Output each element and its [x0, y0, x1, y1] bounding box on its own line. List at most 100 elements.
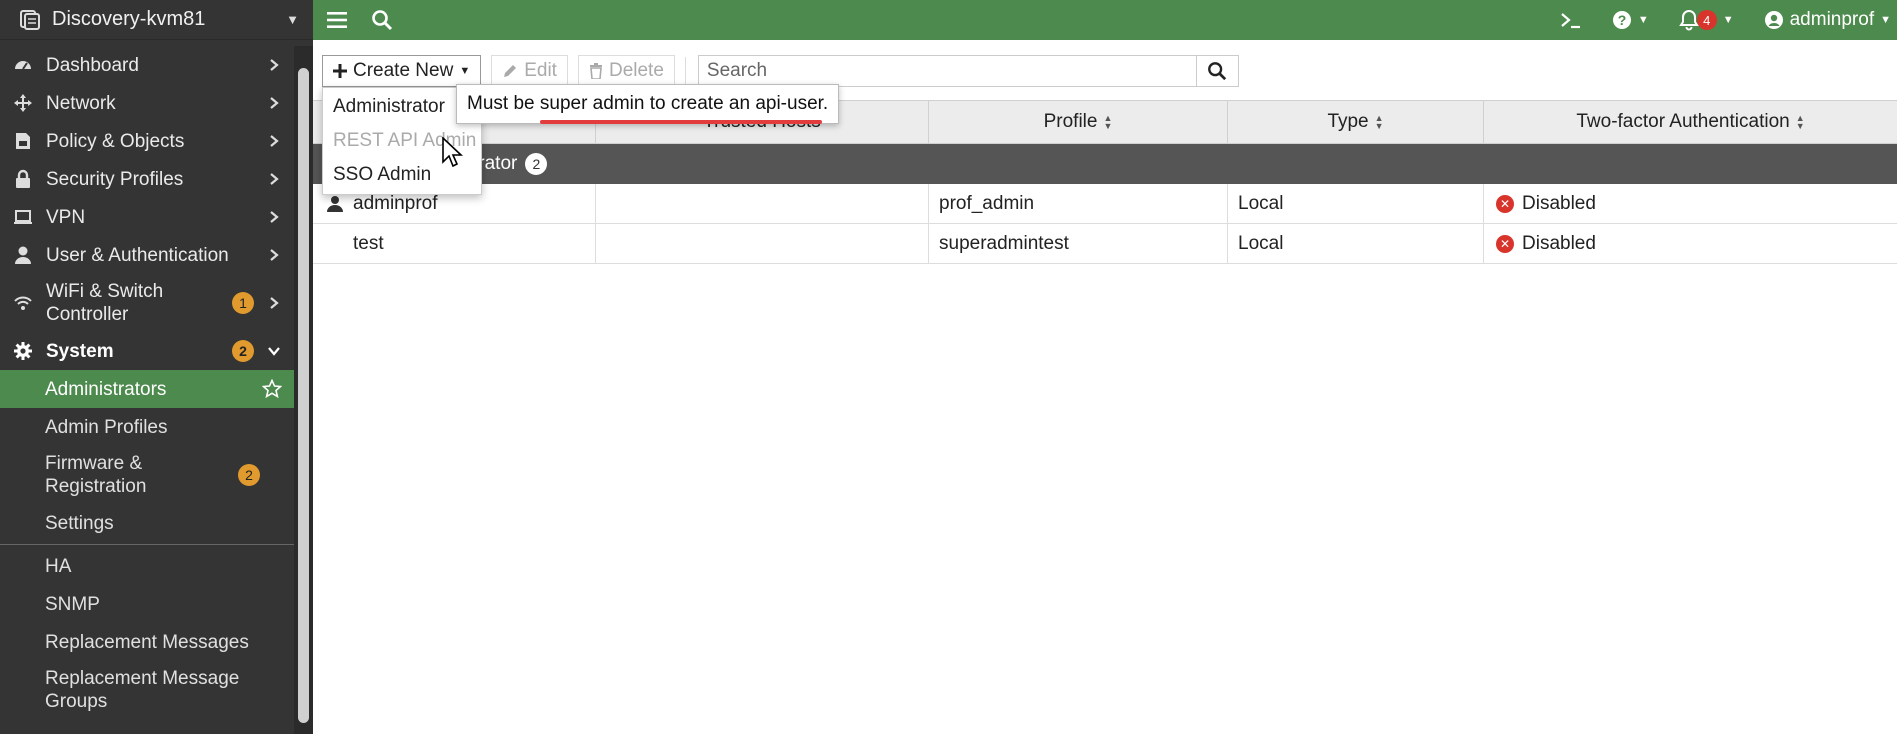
- sort-icon: ▲ ▼: [1103, 113, 1113, 131]
- top-bar: ? ▼ 4 ▼ adminprof ▼: [313, 0, 1897, 40]
- disabled-x-icon: ✕: [1496, 234, 1514, 253]
- cell-profile: superadmintest: [929, 224, 1228, 263]
- sidebar-item-security-profiles[interactable]: Security Profiles: [0, 160, 294, 198]
- column-header-label: Profile: [1043, 111, 1098, 132]
- mouse-cursor-icon: [442, 137, 464, 168]
- chevron-right-icon: [270, 59, 279, 71]
- divider: [684, 57, 686, 85]
- star-icon[interactable]: [262, 379, 282, 399]
- terminal-icon: [1561, 13, 1580, 29]
- cli-console-button[interactable]: [1560, 10, 1582, 30]
- cell-type: Local: [1228, 224, 1484, 263]
- sidebar-item-replacement-message-groups[interactable]: Replacement Message Groups: [0, 661, 294, 719]
- notifications-button[interactable]: 4 ▼: [1678, 9, 1734, 31]
- chevron-down-icon: ▼: [459, 65, 471, 77]
- lock-icon: [12, 168, 34, 190]
- user-icon: [12, 244, 34, 266]
- bell-icon: [1678, 9, 1699, 31]
- sidebar-item-system[interactable]: System 2: [0, 332, 294, 370]
- delete-button[interactable]: Delete: [577, 55, 675, 87]
- sidebar-item-label: Policy & Objects: [46, 130, 185, 152]
- sidebar-item-firmware-registration[interactable]: Firmware & Registration 2: [0, 446, 294, 504]
- cell-trusted-hosts: [596, 224, 929, 263]
- sidebar: Discovery-kvm81 ▼ Dashboard Network Poli…: [0, 0, 313, 734]
- dashboard-icon: [12, 54, 34, 76]
- create-new-button[interactable]: Create New ▼: [322, 55, 482, 87]
- sidebar-item-ha[interactable]: HA: [0, 547, 294, 585]
- edit-button[interactable]: Edit: [491, 55, 568, 87]
- search-icon[interactable]: [371, 9, 393, 31]
- sidebar-item-wifi-switch[interactable]: WiFi & Switch Controller 1: [0, 274, 294, 332]
- group-count-badge: 2: [525, 153, 548, 175]
- divider: [0, 544, 294, 545]
- username: adminprof: [1789, 9, 1875, 30]
- trash-icon: [589, 63, 602, 79]
- help-button[interactable]: ? ▼: [1612, 10, 1649, 30]
- pencil-icon: [504, 65, 517, 77]
- tooltip-emphasis: super admin to create an api-user.: [539, 93, 829, 114]
- sidebar-item-replacement-messages[interactable]: Replacement Messages: [0, 623, 294, 661]
- alert-badge: 1: [232, 292, 254, 314]
- sidebar-item-label: Dashboard: [46, 54, 139, 76]
- sidebar-item-label: Replacement Message Groups: [45, 668, 240, 712]
- toolbar: Create New ▼ Edit Delete: [322, 55, 1239, 87]
- scrollbar-thumb[interactable]: [298, 68, 309, 723]
- column-header-type[interactable]: Type ▲ ▼: [1228, 101, 1484, 143]
- column-header-label: Two-factor Authentication: [1576, 111, 1790, 132]
- sort-icon: ▲ ▼: [1795, 113, 1805, 131]
- cell-two-factor: ✕ Disabled: [1484, 224, 1897, 263]
- column-header-two-factor[interactable]: Two-factor Authentication ▲ ▼: [1484, 101, 1897, 143]
- hostname: Discovery-kvm81: [52, 8, 206, 30]
- gear-icon: [12, 340, 34, 362]
- sidebar-item-label: WiFi & Switch Controller: [46, 281, 164, 325]
- sidebar-item-vpn[interactable]: VPN: [0, 198, 294, 236]
- chevron-right-icon: [270, 97, 279, 109]
- administrators-table: Trusted Hosts Profile ▲▼ Type ▲▼ Two-fac…: [313, 100, 1897, 264]
- table-row[interactable]: test superadmintest Local ✕ Disabled: [313, 224, 1897, 264]
- search-button[interactable]: [1196, 55, 1239, 87]
- sidebar-item-dashboard[interactable]: Dashboard: [0, 46, 294, 84]
- cell-name: test: [313, 224, 596, 263]
- svg-text:?: ?: [1618, 12, 1627, 28]
- highlight-underline: [540, 120, 822, 124]
- hamburger-menu-icon[interactable]: [327, 10, 349, 30]
- help-icon: ?: [1612, 11, 1631, 29]
- sidebar-item-administrators[interactable]: Administrators: [0, 370, 294, 408]
- sidebar-item-admin-profiles[interactable]: Admin Profiles: [0, 408, 294, 446]
- device-icon: [20, 9, 40, 30]
- chevron-right-icon: [270, 173, 279, 185]
- cell-two-factor: ✕ Disabled: [1484, 184, 1897, 223]
- sidebar-item-label: SNMP: [45, 593, 100, 615]
- sidebar-item-policy-objects[interactable]: Policy & Objects: [0, 122, 294, 160]
- table-row[interactable]: adminprof prof_admin Local ✕ Disabled: [313, 184, 1897, 224]
- alert-badge: 2: [232, 340, 254, 362]
- sidebar-item-network[interactable]: Network: [0, 84, 294, 122]
- chevron-down-icon: ▼: [1722, 14, 1734, 26]
- device-selector[interactable]: Discovery-kvm81 ▼: [0, 0, 313, 40]
- sidebar-scrollbar[interactable]: [294, 46, 313, 734]
- nav-menu: Dashboard Network Policy & Objects Secur…: [0, 46, 294, 719]
- user-circle-icon: [1764, 11, 1783, 29]
- cell-text: test: [353, 232, 384, 254]
- sidebar-item-label: Admin Profiles: [45, 416, 168, 438]
- column-header-label: Type: [1327, 111, 1369, 132]
- user-icon: [327, 195, 345, 213]
- sidebar-item-label: Firmware & Registration: [45, 453, 147, 497]
- chevron-down-icon: [268, 347, 280, 356]
- search-input[interactable]: [697, 55, 1197, 87]
- sidebar-item-user-authentication[interactable]: User & Authentication: [0, 236, 294, 274]
- network-icon: [12, 92, 34, 114]
- plus-icon: [333, 64, 347, 78]
- search-box: [697, 55, 1239, 87]
- policy-icon: [12, 130, 34, 152]
- sidebar-item-settings[interactable]: Settings: [0, 504, 294, 542]
- search-icon: [1208, 62, 1227, 81]
- disabled-x-icon: ✕: [1496, 194, 1514, 213]
- alert-badge: 2: [238, 464, 260, 486]
- sidebar-item-label: VPN: [46, 206, 86, 228]
- chevron-right-icon: [270, 249, 279, 261]
- group-row-system-administrator[interactable]: trator 2: [313, 144, 1897, 184]
- column-header-profile[interactable]: Profile ▲ ▼: [929, 101, 1228, 143]
- user-menu-button[interactable]: adminprof ▼: [1764, 9, 1891, 31]
- sidebar-item-snmp[interactable]: SNMP: [0, 585, 294, 623]
